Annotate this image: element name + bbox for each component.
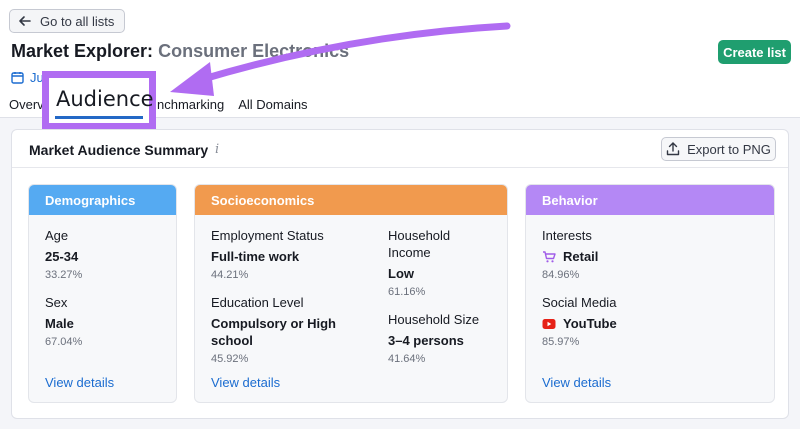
active-tab-underline: [55, 116, 143, 119]
back-to-lists-button[interactable]: Go to all lists: [9, 9, 126, 33]
demographics-view-details-link[interactable]: View details: [45, 375, 114, 390]
summary-title: Market Audience Summary: [29, 142, 209, 158]
page-title: Market Explorer: Consumer Electronics: [11, 41, 349, 62]
employment-value: Full-time work: [211, 249, 300, 264]
info-icon[interactable]: i: [215, 142, 219, 157]
age-percent: 33.27%: [45, 269, 83, 281]
tab-all-domains[interactable]: All Domains: [238, 97, 307, 112]
employment-label: Employment Status: [211, 228, 324, 243]
export-icon: [666, 142, 680, 156]
socioeconomics-panel: Socioeconomics Employment Status Full-ti…: [194, 184, 508, 403]
interests-label: Interests: [542, 228, 592, 243]
arrow-left-icon: [19, 16, 31, 26]
behavior-view-details-link[interactable]: View details: [542, 375, 611, 390]
tab-overview[interactable]: Overv: [9, 97, 43, 112]
social-media-value: YouTube: [563, 316, 617, 331]
tab-audience: Audience: [56, 87, 154, 111]
income-metric: Household Income Low 61.16%: [388, 227, 488, 300]
social-media-metric: Social Media YouTube 85.97%: [542, 294, 617, 350]
age-value: 25-34: [45, 249, 79, 264]
tab-benchmarking[interactable]: nchmarking: [157, 97, 224, 112]
interests-percent: 84.96%: [542, 269, 580, 281]
audience-tab-highlight[interactable]: Audience: [42, 71, 156, 130]
behavior-title: Behavior: [526, 185, 774, 215]
date-range[interactable]: Ju: [11, 70, 44, 85]
income-label: Household Income: [388, 228, 451, 260]
sex-value: Male: [45, 316, 74, 331]
behavior-panel: Behavior Interests Retail 84.96% Social …: [525, 184, 775, 403]
education-metric: Education Level Compulsory or High schoo…: [211, 294, 351, 367]
interests-metric: Interests Retail 84.96%: [542, 227, 598, 283]
create-list-button[interactable]: Create list: [718, 40, 791, 64]
income-value: Low: [388, 266, 414, 281]
education-percent: 45.92%: [211, 353, 249, 365]
age-metric: Age 25-34 33.27%: [45, 227, 82, 283]
social-media-value-row: YouTube: [542, 315, 617, 332]
calendar-icon: [11, 72, 24, 84]
employment-metric: Employment Status Full-time work 44.21%: [211, 227, 371, 283]
page-title-subtitle: Consumer Electronics: [158, 41, 350, 61]
socioeconomics-title: Socioeconomics: [195, 185, 507, 215]
summary-header: Market Audience Summary i Export to PNG: [12, 130, 788, 168]
cart-icon: [543, 250, 556, 262]
demographics-panel: Demographics Age 25-34 33.27% Sex Male 6…: [28, 184, 177, 403]
interests-value: Retail: [563, 249, 599, 264]
audience-summary-card: Market Audience Summary i Export to PNG …: [11, 129, 789, 419]
export-png-button[interactable]: Export to PNG: [661, 137, 776, 161]
demographics-title: Demographics: [29, 185, 176, 215]
social-media-label: Social Media: [542, 295, 617, 310]
sex-percent: 67.04%: [45, 336, 83, 348]
back-button-label: Go to all lists: [40, 13, 115, 29]
sex-label: Sex: [45, 295, 68, 310]
sex-metric: Sex Male 67.04%: [45, 294, 82, 350]
interests-value-row: Retail: [542, 248, 598, 265]
household-size-metric: Household Size 3–4 persons 41.64%: [388, 311, 498, 367]
social-media-percent: 85.97%: [542, 336, 580, 348]
page-title-main: Market Explorer:: [11, 41, 154, 61]
export-label: Export to PNG: [687, 141, 771, 157]
household-size-value: 3–4 persons: [388, 333, 464, 348]
employment-percent: 44.21%: [211, 269, 249, 281]
youtube-icon: [542, 318, 556, 329]
income-percent: 61.16%: [388, 286, 426, 298]
household-size-percent: 41.64%: [388, 353, 426, 365]
age-label: Age: [45, 228, 69, 243]
socioeconomics-view-details-link[interactable]: View details: [211, 375, 280, 390]
household-size-label: Household Size: [388, 312, 480, 327]
education-label: Education Level: [211, 295, 304, 310]
education-value: Compulsory or High school: [211, 316, 336, 348]
